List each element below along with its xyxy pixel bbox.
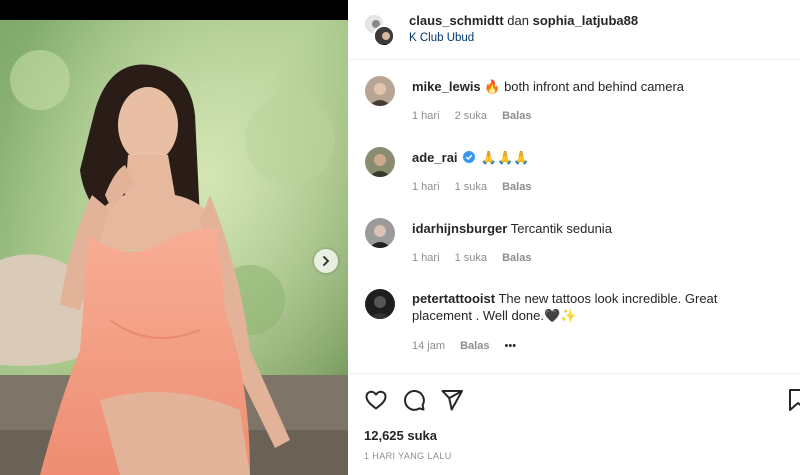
avatar[interactable] [365,218,395,248]
comment-meta: 1 hari 1 suka Balas [412,252,543,264]
verified-badge-icon [463,151,476,163]
reply-button[interactable]: Balas [502,110,531,122]
comment-text: ade_rai 🙏🙏🙏 [412,149,782,166]
comment-username[interactable]: mike_lewis [412,79,481,94]
comment-item: petertattooist The new tattoos look incr… [348,286,800,366]
comment-body: 🔥 both infront and behind camera [484,79,685,94]
post-photo-panel [0,0,348,475]
comment-text: idarhijnsburger Tercantik sedunia [412,220,782,237]
comment-meta: 14 jam Balas ••• [412,340,528,352]
comment-icon[interactable] [402,388,426,412]
collab-avatars[interactable] [363,13,395,47]
author-conjunction: dan [507,13,529,28]
author-username-2[interactable]: sophia_latjuba88 [533,13,638,28]
post-header: claus_schmidtt dan sophia_latjuba88 K Cl… [348,0,800,60]
comment-text: petertattooist The new tattoos look incr… [412,290,742,324]
photo-top-bar [0,0,348,20]
author-username-1[interactable]: claus_schmidtt [409,13,504,28]
reply-button[interactable]: Balas [502,181,531,193]
chevron-right-icon [323,256,330,266]
post-authors: claus_schmidtt dan sophia_latjuba88 [409,13,638,28]
share-icon[interactable] [440,388,464,412]
bookmark-icon[interactable] [786,388,800,412]
post-location[interactable]: K Club Ubud [409,32,474,44]
reply-button[interactable]: Balas [460,340,489,352]
comment-item: ade_rai 🙏🙏🙏 1 hari 1 suka Balas [348,144,800,204]
comment-time: 14 jam [412,340,446,352]
comment-meta: 1 hari 2 suka Balas [412,110,543,122]
comment-username[interactable]: idarhijnsburger [412,221,507,236]
reply-button[interactable]: Balas [502,252,531,264]
comment-meta: 1 hari 1 suka Balas [412,181,543,193]
next-photo-button[interactable] [314,249,338,273]
comment-item: mike_lewis 🔥 both infront and behind cam… [348,73,800,133]
avatar [373,25,395,47]
comment-likes[interactable]: 1 suka [455,181,487,193]
comment-time: 1 hari [412,110,440,122]
comment-username[interactable]: ade_rai [412,150,458,165]
avatar[interactable] [365,76,395,106]
comment-body: Tercantik sedunia [510,221,612,236]
comment-time: 1 hari [412,181,440,193]
comment-body: 🙏🙏🙏 [480,150,530,165]
comment-time: 1 hari [412,252,440,264]
post-actions: 12,625 suka 1 HARI YANG LALU [348,373,800,475]
comment-item: idarhijnsburger Tercantik sedunia 1 hari… [348,215,800,275]
avatar[interactable] [365,289,395,319]
post-photo[interactable] [0,20,348,475]
comment-username[interactable]: petertattooist [412,291,495,306]
avatar[interactable] [365,147,395,177]
heart-icon[interactable] [364,388,388,412]
comment-text: mike_lewis 🔥 both infront and behind cam… [412,78,782,95]
post-details-panel: claus_schmidtt dan sophia_latjuba88 K Cl… [348,0,800,475]
likes-count[interactable]: 12,625 suka [364,428,437,443]
comment-likes[interactable]: 1 suka [455,252,487,264]
more-options-button[interactable]: ••• [505,340,517,352]
post-timestamp: 1 HARI YANG LALU [364,451,452,461]
comment-likes[interactable]: 2 suka [455,110,487,122]
